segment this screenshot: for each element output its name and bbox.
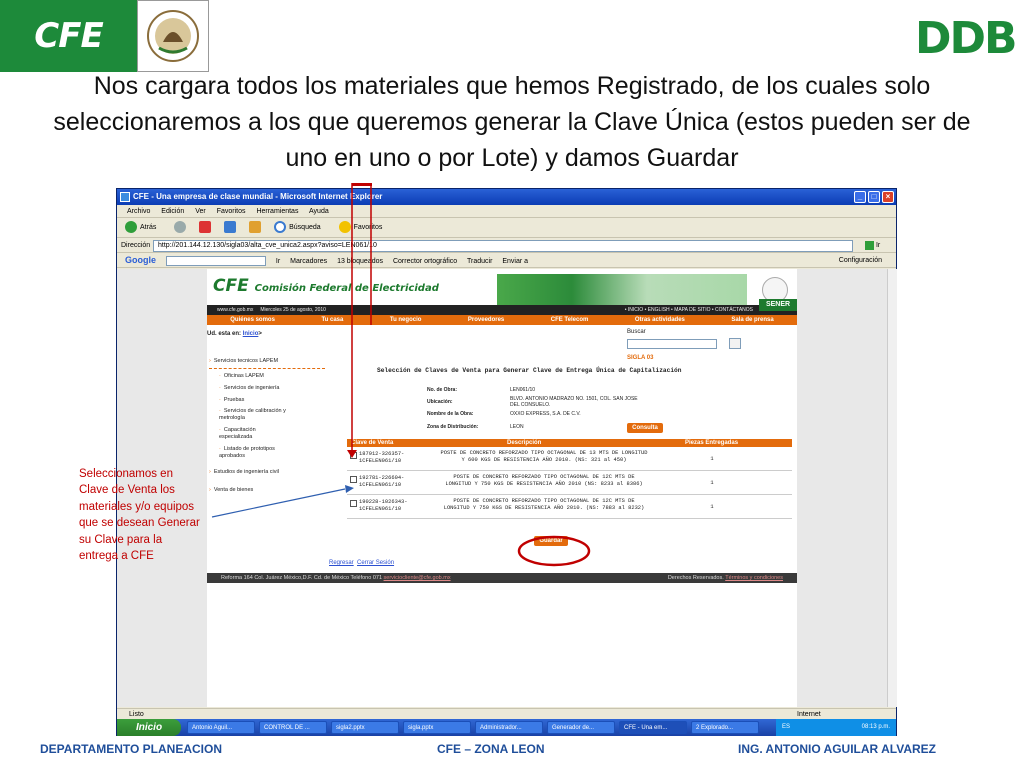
pointer-line	[211, 488, 346, 518]
arrow-top-marker	[352, 183, 372, 186]
guardar-highlight-circle	[517, 535, 591, 567]
footer-right: ING. ANTONIO AGUILAR ALVAREZ	[738, 742, 936, 756]
pointer-head-icon	[345, 485, 354, 493]
footer-center: CFE – ZONA LEON	[437, 742, 545, 756]
annotation-text: Seleccionamos en Clave de Venta los mate…	[79, 468, 200, 563]
footer-left: DEPARTAMENTO PLANEACION	[40, 742, 223, 756]
arrow-head-icon	[347, 450, 357, 458]
annotation-overlay	[211, 183, 591, 567]
